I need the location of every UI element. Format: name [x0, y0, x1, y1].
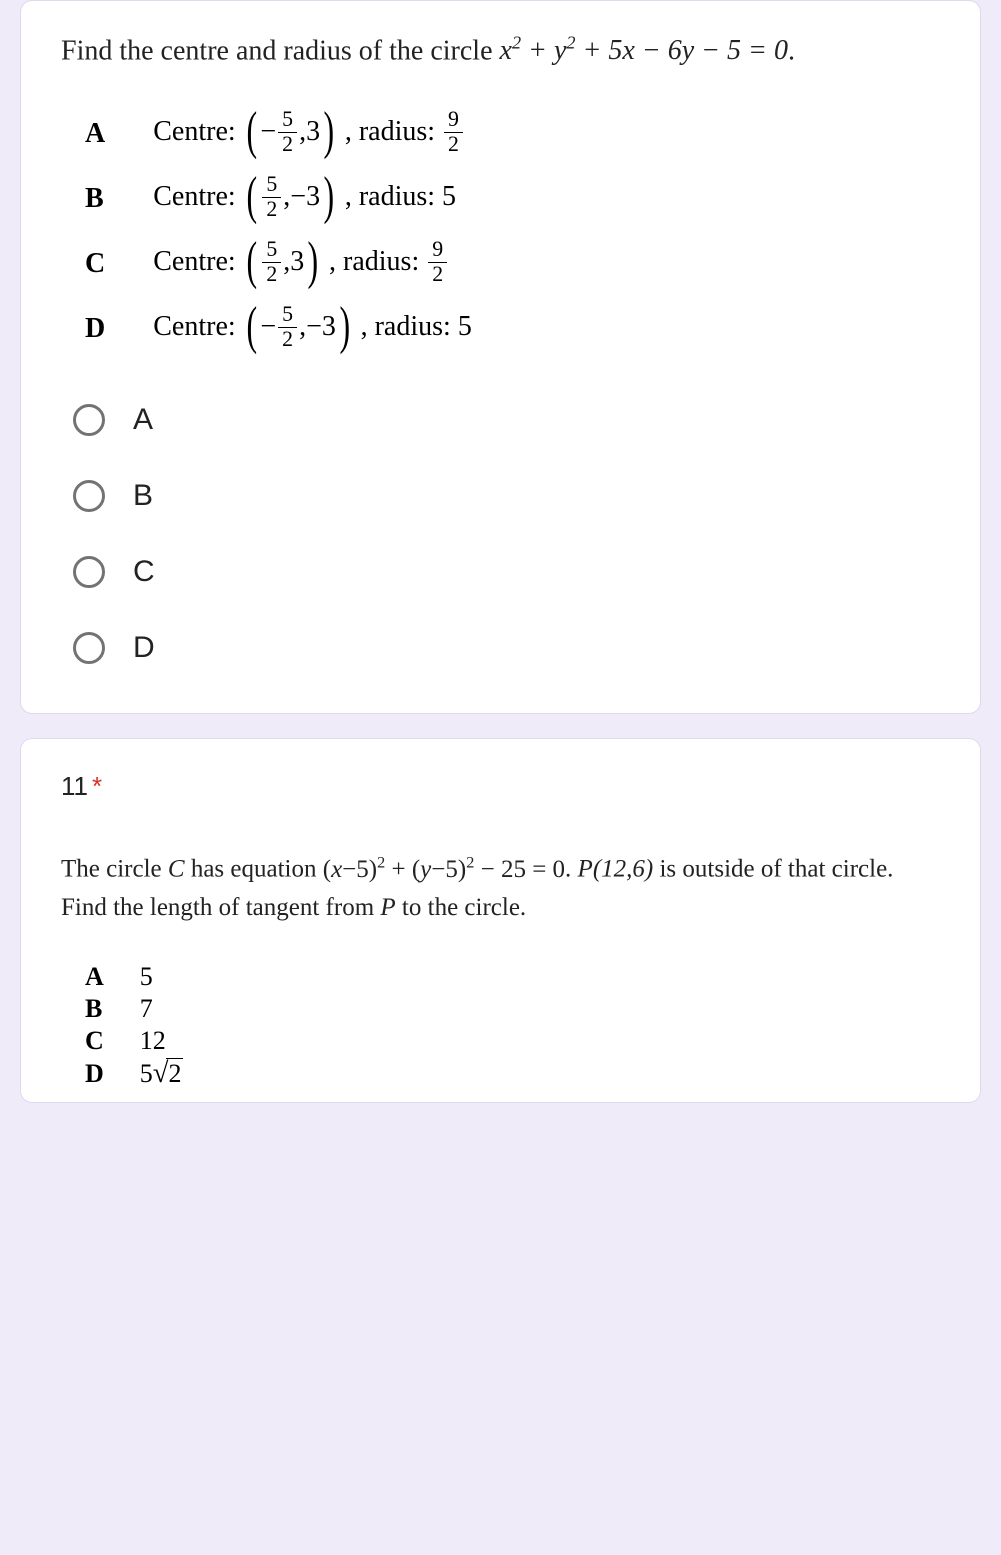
radio-icon	[73, 480, 105, 512]
prompt-suffix: .	[788, 35, 795, 66]
radio-label: A	[133, 403, 153, 437]
option-key: C	[85, 233, 153, 294]
option-def-a: A 5	[85, 962, 183, 992]
option-key: A	[85, 962, 140, 992]
equation-text: x2 + y2 + 5x − 6y − 5 = 0	[500, 35, 788, 66]
radio-option-b[interactable]: B	[73, 479, 940, 513]
option-key: B	[85, 168, 153, 229]
radio-option-c[interactable]: C	[73, 555, 940, 589]
radio-option-a[interactable]: A	[73, 403, 940, 437]
option-key: A	[85, 103, 153, 164]
radio-label: D	[133, 631, 155, 665]
question-number: 11*	[61, 771, 940, 802]
radio-group: A B C D	[73, 403, 940, 665]
option-value: 12	[140, 1026, 184, 1056]
question-card-10: Find the centre and radius of the circle…	[20, 0, 981, 714]
option-def-c: C Centre: (52,3) , radius: 92	[85, 233, 472, 294]
option-value: Centre: (−52,3) , radius: 92	[153, 103, 472, 164]
option-key: C	[85, 1026, 140, 1056]
option-key: D	[85, 298, 153, 359]
radio-icon	[73, 632, 105, 664]
radio-option-d[interactable]: D	[73, 631, 940, 665]
question-prompt: The circle C has equation (x−5)2 + (y−5)…	[61, 850, 940, 928]
option-key: B	[85, 994, 140, 1024]
option-value: Centre: (52,−3) , radius: 5	[153, 168, 472, 229]
radio-icon	[73, 404, 105, 436]
option-def-d: D 5√2	[85, 1058, 183, 1090]
required-asterisk: *	[92, 771, 102, 801]
prompt-text: Find the centre and radius of the circle	[61, 35, 500, 66]
option-def-b: B Centre: (52,−3) , radius: 5	[85, 168, 472, 229]
option-value: Centre: (52,3) , radius: 92	[153, 233, 472, 294]
radio-label: B	[133, 479, 153, 513]
option-def-d: D Centre: (−52,−3) , radius: 5	[85, 298, 472, 359]
option-definitions: A Centre: (−52,3) , radius: 92 B Centre:…	[85, 99, 472, 363]
radio-label: C	[133, 555, 155, 589]
option-value: 5√2	[140, 1058, 184, 1090]
option-key: D	[85, 1058, 140, 1090]
option-def-a: A Centre: (−52,3) , radius: 92	[85, 103, 472, 164]
question-prompt: Find the centre and radius of the circle…	[61, 33, 940, 67]
option-value: 7	[140, 994, 184, 1024]
option-definitions: A 5 B 7 C 12 D 5√2	[85, 960, 183, 1092]
radio-icon	[73, 556, 105, 588]
question-card-11: 11* The circle C has equation (x−5)2 + (…	[20, 738, 981, 1103]
option-value: Centre: (−52,−3) , radius: 5	[153, 298, 472, 359]
option-value: 5	[140, 962, 184, 992]
option-def-c: C 12	[85, 1026, 183, 1056]
option-def-b: B 7	[85, 994, 183, 1024]
